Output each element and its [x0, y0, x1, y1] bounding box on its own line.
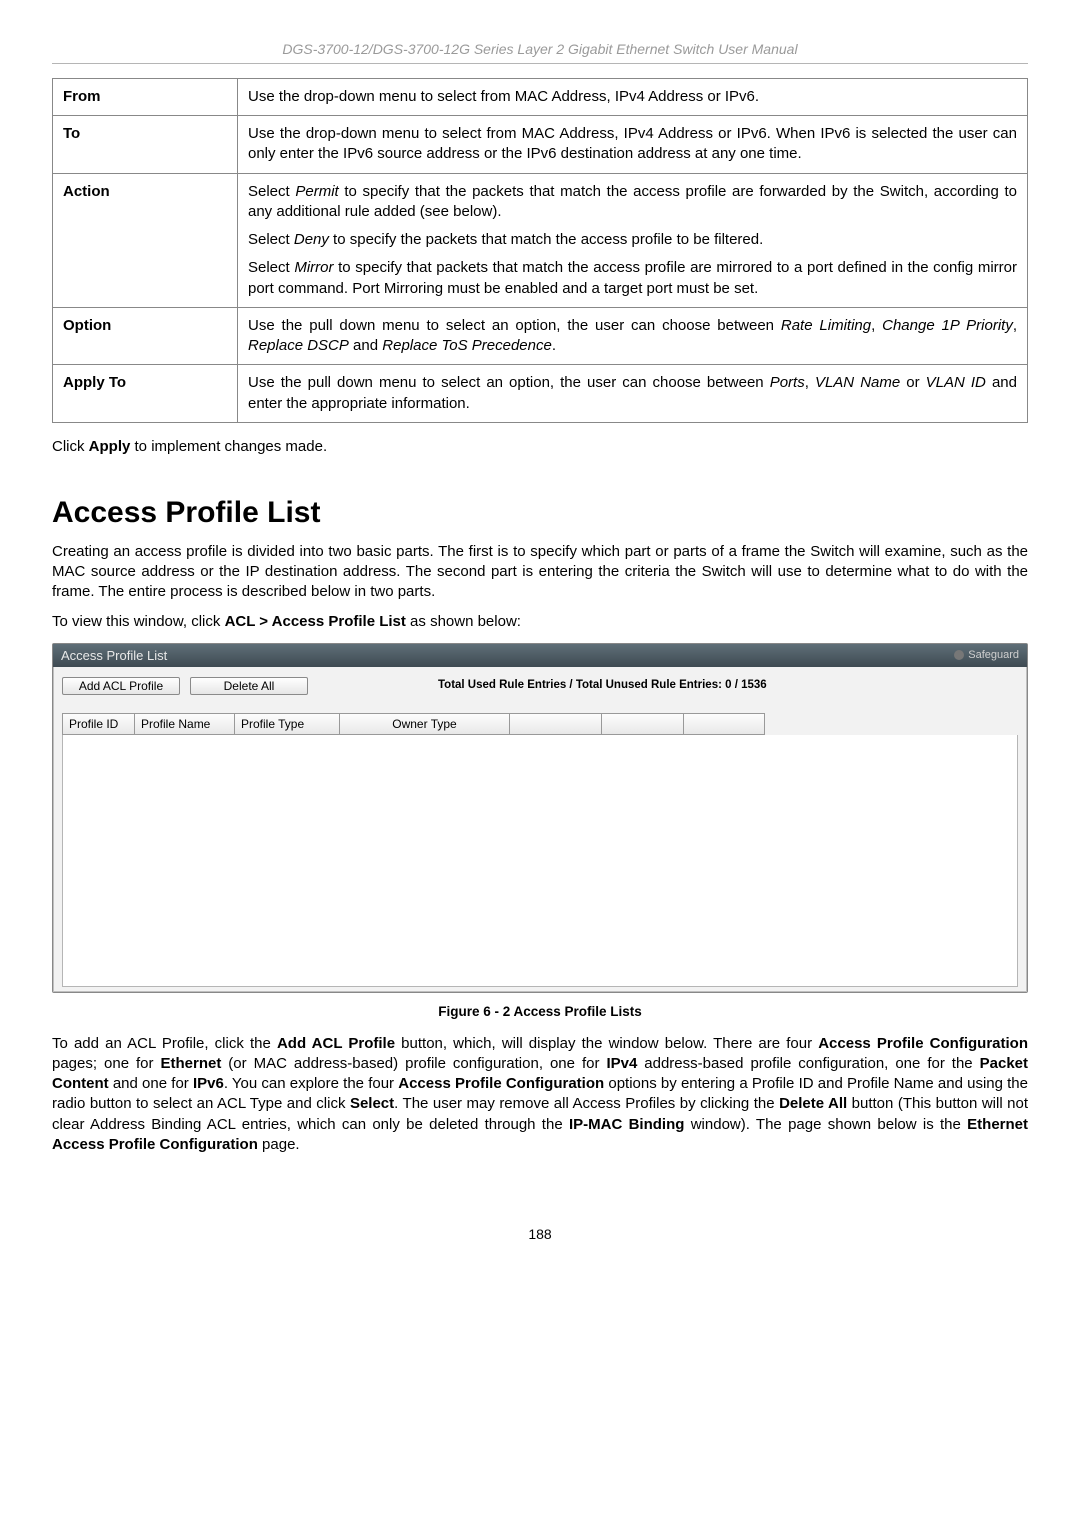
- doc-header: DGS-3700-12/DGS-3700-12G Series Layer 2 …: [52, 40, 1028, 64]
- param-desc-para: Use the drop-down menu to select from MA…: [248, 124, 1017, 165]
- safeguard-icon: [954, 650, 964, 660]
- param-desc-para: Select Mirror to specify that packets th…: [248, 258, 1017, 299]
- parameter-table: From Use the drop-down menu to select fro…: [52, 78, 1028, 423]
- col-blank-2: [601, 713, 683, 735]
- page-number: 188: [52, 1225, 1028, 1244]
- param-label: Action: [53, 173, 238, 307]
- param-desc-para: Use the pull down menu to select an opti…: [248, 373, 1017, 414]
- param-desc-para: Use the pull down menu to select an opti…: [248, 316, 1017, 357]
- nav-line: To view this window, click ACL > Access …: [52, 612, 1028, 632]
- list-header: Profile ID Profile Name Profile Type Own…: [62, 713, 1018, 735]
- col-profile-id[interactable]: Profile ID: [62, 713, 134, 735]
- list-body: [62, 735, 1018, 987]
- panel-title: Access Profile List: [61, 647, 167, 665]
- param-desc: Use the pull down menu to select an opti…: [238, 365, 1028, 423]
- param-desc-para: Select Deny to specify the packets that …: [248, 230, 1017, 250]
- safeguard-badge: Safeguard: [954, 648, 1019, 663]
- body-paragraph: To add an ACL Profile, click the Add ACL…: [52, 1034, 1028, 1156]
- param-label: To: [53, 116, 238, 174]
- table-row: OptionUse the pull down menu to select a…: [53, 307, 1028, 365]
- table-row: ActionSelect Permit to specify that the …: [53, 173, 1028, 307]
- after-table-note: Click Apply to implement changes made.: [52, 437, 1028, 457]
- col-owner-type[interactable]: Owner Type: [339, 713, 509, 735]
- param-label: Apply To: [53, 365, 238, 423]
- table-row: From Use the drop-down menu to select fro…: [53, 78, 1028, 115]
- col-profile-type[interactable]: Profile Type: [234, 713, 339, 735]
- param-desc: Use the drop-down menu to select from MA…: [238, 116, 1028, 174]
- rule-entries-counter: Total Used Rule Entries / Total Unused R…: [438, 678, 767, 694]
- param-desc-para: Select Permit to specify that the packet…: [248, 182, 1017, 223]
- col-blank-3: [683, 713, 765, 735]
- param-desc-para: Use the drop-down menu to select from MA…: [248, 87, 1017, 107]
- param-desc: Use the pull down menu to select an opti…: [238, 307, 1028, 365]
- panel-body: Add ACL Profile Delete All Total Used Ru…: [53, 667, 1027, 992]
- access-profile-list-panel: Access Profile List Safeguard Add ACL Pr…: [52, 643, 1028, 994]
- safeguard-label: Safeguard: [968, 648, 1019, 663]
- delete-all-button[interactable]: Delete All: [190, 677, 308, 695]
- param-label: Option: [53, 307, 238, 365]
- figure-caption: Figure 6 - 2 Access Profile Lists: [52, 1003, 1028, 1021]
- panel-titlebar: Access Profile List Safeguard: [53, 644, 1027, 668]
- table-row: ToUse the drop-down menu to select from …: [53, 116, 1028, 174]
- param-desc: Select Permit to specify that the packet…: [238, 173, 1028, 307]
- button-row: Add ACL Profile Delete All Total Used Ru…: [62, 677, 1018, 695]
- param-label: From: [53, 78, 238, 115]
- add-acl-profile-button[interactable]: Add ACL Profile: [62, 677, 180, 695]
- section-intro: Creating an access profile is divided in…: [52, 542, 1028, 603]
- section-title: Access Profile List: [52, 493, 1028, 534]
- col-profile-name[interactable]: Profile Name: [134, 713, 234, 735]
- param-desc: Use the drop-down menu to select from MA…: [238, 78, 1028, 115]
- doc-header-title: DGS-3700-12/DGS-3700-12G Series Layer 2 …: [282, 41, 797, 57]
- col-blank-1: [509, 713, 601, 735]
- table-row: Apply ToUse the pull down menu to select…: [53, 365, 1028, 423]
